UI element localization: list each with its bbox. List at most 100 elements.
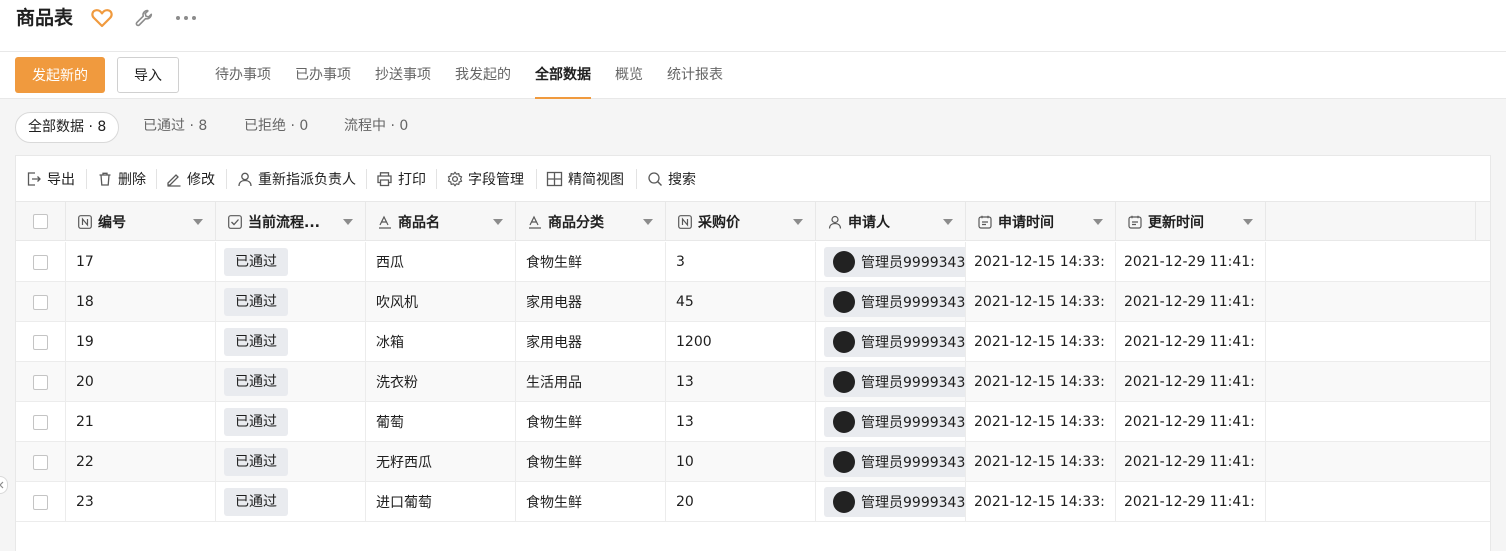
- field-management-label: 字段管理: [468, 172, 524, 188]
- cell-product-name: 冰箱: [366, 322, 516, 362]
- column-header-applicant[interactable]: 申请人: [816, 202, 966, 241]
- field-management-button[interactable]: 字段管理: [447, 156, 524, 202]
- print-label: 打印: [398, 172, 426, 188]
- print-button[interactable]: 打印: [376, 156, 426, 202]
- user-chip[interactable]: 管理员9999343: [824, 447, 965, 477]
- chevron-down-icon[interactable]: [343, 219, 353, 225]
- user-chip[interactable]: 管理员9999343: [824, 247, 965, 277]
- column-label: 编号: [98, 214, 126, 231]
- column-header-price[interactable]: 采购价: [666, 202, 816, 241]
- reassign-owner-button[interactable]: 重新指派负责人: [237, 156, 356, 202]
- cell-applicant: 管理员9999343: [816, 442, 966, 482]
- filter-rejected[interactable]: 已拒绝 · 0: [244, 112, 308, 143]
- search-button[interactable]: 搜索: [647, 156, 696, 202]
- table-row[interactable]: 19 已通过 冰箱 家用电器 1200 管理员9999343 2021-12-15 14:3…: [16, 322, 1490, 362]
- column-label: 商品名: [398, 214, 440, 231]
- select-all-cell: [16, 202, 66, 241]
- row-checkbox[interactable]: [33, 454, 48, 470]
- cell-product-name: 吹风机: [366, 282, 516, 322]
- table-row[interactable]: 17 已通过 西瓜 食物生鲜 3 管理员9999343 2021-12-15 14:33: 2…: [16, 242, 1490, 282]
- cell-applicant: 管理员9999343: [816, 322, 966, 362]
- user-icon: [238, 172, 252, 187]
- chevron-left-icon: [0, 481, 4, 489]
- trash-icon: [99, 172, 111, 186]
- import-button[interactable]: 导入: [117, 57, 179, 93]
- row-checkbox[interactable]: [33, 414, 48, 430]
- cell-apply-time: 2021-12-15 14:33:: [966, 242, 1116, 282]
- table-row[interactable]: 23 已通过 进口葡萄 食物生鲜 20 管理员9999343 2021-12-15 14:3…: [16, 482, 1490, 522]
- cell-id: 17: [66, 242, 216, 282]
- row-checkbox[interactable]: [33, 494, 48, 510]
- cell-apply-time: 2021-12-15 14:33:: [966, 442, 1116, 482]
- tab-done[interactable]: 已办事项: [295, 52, 351, 99]
- chevron-down-icon[interactable]: [643, 219, 653, 225]
- row-checkbox[interactable]: [33, 334, 48, 350]
- cell-status: 已通过: [216, 322, 366, 362]
- chevron-down-icon[interactable]: [1243, 219, 1253, 225]
- column-header-id[interactable]: 编号: [66, 202, 216, 241]
- table-row[interactable]: 22 已通过 无籽西瓜 食物生鲜 10 管理员9999343 2021-12-15 14:3…: [16, 442, 1490, 482]
- cell-applicant: 管理员9999343: [816, 402, 966, 442]
- table-row[interactable]: 20 已通过 洗衣粉 生活用品 13 管理员9999343 2021-12-15 14:33…: [16, 362, 1490, 402]
- search-icon: [648, 172, 662, 186]
- row-select-cell: [16, 242, 66, 282]
- filter-in-progress[interactable]: 流程中 · 0: [344, 112, 408, 143]
- cell-empty: [1266, 322, 1490, 362]
- collapse-sidebar-handle[interactable]: [0, 476, 8, 494]
- more-icon[interactable]: [174, 6, 198, 30]
- chevron-down-icon[interactable]: [1093, 219, 1103, 225]
- tab-reports[interactable]: 统计报表: [667, 52, 723, 99]
- cell-update-time: 2021-12-29 11:41:: [1116, 402, 1266, 442]
- user-chip[interactable]: 管理员9999343: [824, 487, 965, 517]
- column-header-status[interactable]: 当前流程...: [216, 202, 366, 241]
- select-all-checkbox[interactable]: [33, 214, 48, 229]
- person-field-icon: [828, 215, 842, 229]
- filter-all[interactable]: 全部数据 · 8: [15, 112, 120, 143]
- tab-all-data[interactable]: 全部数据: [535, 52, 591, 99]
- edit-button[interactable]: 修改: [166, 156, 215, 202]
- cell-status: 已通过: [216, 482, 366, 522]
- chevron-down-icon[interactable]: [493, 219, 503, 225]
- row-checkbox[interactable]: [33, 294, 48, 310]
- tab-overview[interactable]: 概览: [615, 52, 643, 99]
- heart-icon[interactable]: [90, 6, 114, 30]
- delete-button[interactable]: 删除: [97, 156, 146, 202]
- user-chip[interactable]: 管理员9999343: [824, 287, 965, 317]
- number-field-icon: [678, 214, 692, 229]
- tab-cc[interactable]: 抄送事项: [375, 52, 431, 99]
- applicant-name: 管理员9999343: [861, 255, 965, 271]
- cell-price: 13: [666, 402, 816, 442]
- user-chip[interactable]: 管理员9999343: [824, 367, 965, 397]
- wrench-icon[interactable]: [132, 6, 156, 30]
- chevron-down-icon[interactable]: [193, 219, 203, 225]
- tab-todo[interactable]: 待办事项: [215, 52, 271, 99]
- row-select-cell: [16, 402, 66, 442]
- cell-price: 20: [666, 482, 816, 522]
- user-chip[interactable]: 管理员9999343: [824, 407, 965, 437]
- nav-bar: 发起新的 导入 待办事项 已办事项 抄送事项 我发起的 全部数据 概览 统计报表: [0, 52, 1506, 99]
- toolbar-divider: [366, 169, 367, 189]
- table-row[interactable]: 21 已通过 葡萄 食物生鲜 13 管理员9999343 2021-12-15 14:33:…: [16, 402, 1490, 442]
- tab-initiated[interactable]: 我发起的: [455, 52, 511, 99]
- column-header-apply-time[interactable]: 申请时间: [966, 202, 1116, 241]
- chevron-down-icon[interactable]: [793, 219, 803, 225]
- create-new-button[interactable]: 发起新的: [15, 57, 105, 93]
- edit-label: 修改: [187, 172, 215, 188]
- row-checkbox[interactable]: [33, 254, 48, 270]
- cell-update-time: 2021-12-29 11:41:: [1116, 442, 1266, 482]
- export-button[interactable]: 导出: [26, 156, 75, 202]
- filter-approved[interactable]: 已通过 · 8: [143, 112, 207, 143]
- status-badge: 已通过: [224, 248, 288, 276]
- table-row[interactable]: 18 已通过 吹风机 家用电器 45 管理员9999343 2021-12-15 14:33…: [16, 282, 1490, 322]
- cell-update-time: 2021-12-29 11:41:: [1116, 242, 1266, 282]
- compact-view-button[interactable]: 精简视图: [546, 156, 624, 202]
- cell-empty: [1266, 402, 1490, 442]
- cell-update-time: 2021-12-29 11:41:: [1116, 482, 1266, 522]
- cell-status: 已通过: [216, 242, 366, 282]
- column-header-update-time[interactable]: 更新时间: [1116, 202, 1266, 241]
- chevron-down-icon[interactable]: [943, 219, 953, 225]
- row-checkbox[interactable]: [33, 374, 48, 390]
- column-header-name[interactable]: 商品名: [366, 202, 516, 241]
- column-header-category[interactable]: 商品分类: [516, 202, 666, 241]
- user-chip[interactable]: 管理员9999343: [824, 327, 965, 357]
